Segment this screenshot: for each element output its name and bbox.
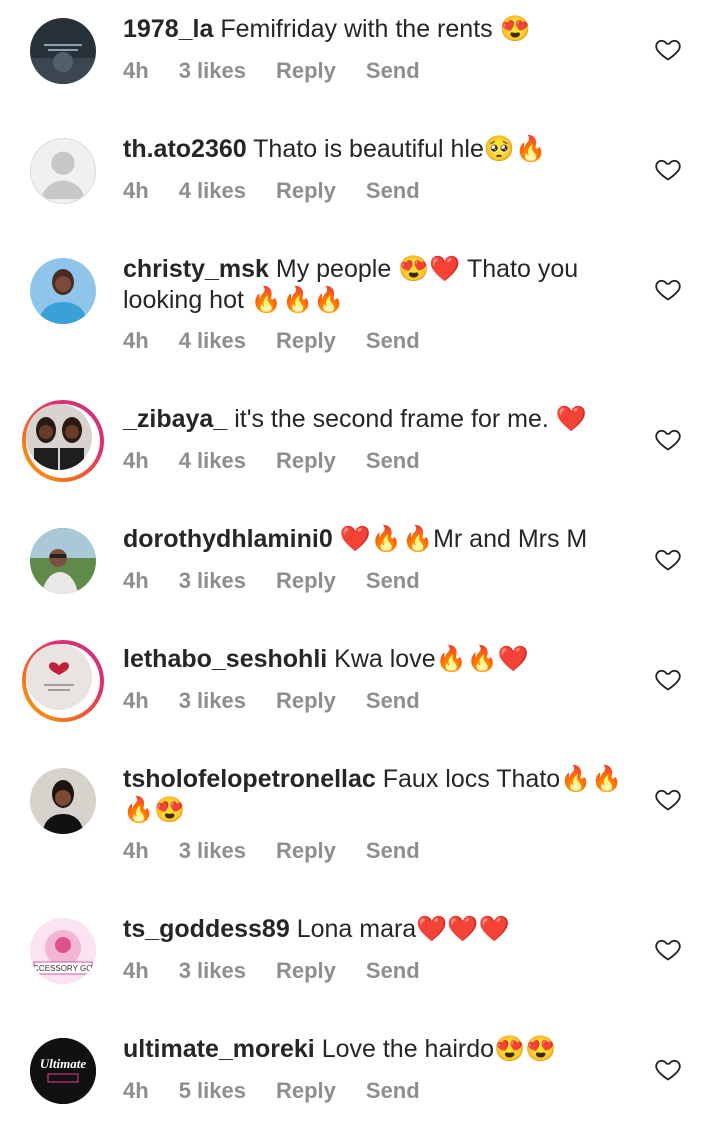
- comment-meta: 4h 5 likes Reply Send: [123, 1078, 450, 1104]
- heart-icon[interactable]: [654, 935, 682, 963]
- emoji: 🔥🔥❤️: [435, 645, 529, 673]
- username[interactable]: _zibaya_: [123, 405, 227, 433]
- send-button[interactable]: Send: [366, 328, 420, 353]
- comment-text: dorothydhlamini0 ❤️🔥🔥Mr and Mrs M: [123, 525, 588, 553]
- likes-count[interactable]: 3 likes: [179, 958, 246, 983]
- likes-count[interactable]: 4 likes: [179, 448, 246, 473]
- reply-button[interactable]: Reply: [276, 568, 336, 593]
- likes-count[interactable]: 3 likes: [179, 58, 246, 83]
- avatar-logo-text: Ultimate: [40, 1056, 86, 1071]
- username[interactable]: dorothydhlamini0: [123, 525, 333, 553]
- avatar-story-ring[interactable]: [22, 640, 104, 722]
- emoji: ❤️: [555, 405, 587, 433]
- send-button[interactable]: Send: [366, 838, 420, 863]
- send-button[interactable]: Send: [366, 178, 420, 203]
- comment-text: th.ato2360 Thato is beautiful hle🥺🔥: [123, 135, 547, 163]
- avatar[interactable]: [30, 18, 96, 84]
- send-button[interactable]: Send: [366, 1078, 420, 1103]
- avatar[interactable]: ACCESSORY GOD: [30, 918, 96, 984]
- send-button[interactable]: Send: [366, 568, 420, 593]
- username[interactable]: 1978_la: [123, 15, 213, 43]
- emoji: 🥺🔥: [483, 135, 547, 163]
- comment-text: _zibaya_ it's the second frame for me. ❤…: [123, 405, 587, 433]
- avatar[interactable]: [30, 768, 96, 834]
- heart-icon[interactable]: [654, 155, 682, 183]
- heart-icon[interactable]: [654, 425, 682, 453]
- likes-count[interactable]: 3 likes: [179, 688, 246, 713]
- avatar[interactable]: [30, 258, 96, 324]
- comment-text: 1978_la Femifriday with the rents 😍: [123, 15, 531, 43]
- avatar[interactable]: Ultimate: [30, 1038, 96, 1104]
- send-button[interactable]: Send: [366, 448, 420, 473]
- comment-text: ts_goddess89 Lona mara❤️❤️❤️: [123, 915, 510, 943]
- timestamp: 4h: [123, 1078, 149, 1103]
- reply-button[interactable]: Reply: [276, 838, 336, 863]
- comment-meta: 4h 3 likes Reply Send: [123, 838, 450, 864]
- avatar-story-ring[interactable]: [22, 400, 104, 482]
- heart-icon[interactable]: [654, 1055, 682, 1083]
- likes-count[interactable]: 4 likes: [179, 178, 246, 203]
- emoji: ❤️🔥🔥: [339, 525, 434, 553]
- reply-button[interactable]: Reply: [276, 1078, 336, 1103]
- likes-count[interactable]: 4 likes: [179, 328, 246, 353]
- username[interactable]: christy_msk: [123, 255, 269, 283]
- comment-text: ultimate_moreki Love the hairdo😍😍: [123, 1035, 557, 1063]
- send-button[interactable]: Send: [366, 58, 420, 83]
- username[interactable]: tsholofelopetronellac: [123, 765, 376, 793]
- reply-button[interactable]: Reply: [276, 178, 336, 203]
- avatar[interactable]: [30, 528, 96, 594]
- timestamp: 4h: [123, 328, 149, 353]
- timestamp: 4h: [123, 688, 149, 713]
- send-button[interactable]: Send: [366, 688, 420, 713]
- comment-text: christy_msk My people 😍❤️ Thato you look…: [123, 255, 579, 314]
- send-button[interactable]: Send: [366, 958, 420, 983]
- comment-meta: 4h 4 likes Reply Send: [123, 178, 450, 204]
- comment-text: lethabo_seshohli Kwa love🔥🔥❤️: [123, 645, 529, 673]
- reply-button[interactable]: Reply: [276, 688, 336, 713]
- emoji: 🔥🔥🔥: [250, 286, 345, 314]
- comment-meta: 4h 3 likes Reply Send: [123, 688, 450, 714]
- username[interactable]: ts_goddess89: [123, 915, 290, 943]
- heart-icon[interactable]: [654, 275, 682, 303]
- reply-button[interactable]: Reply: [276, 328, 336, 353]
- likes-count[interactable]: 3 likes: [179, 838, 246, 863]
- reply-button[interactable]: Reply: [276, 958, 336, 983]
- username[interactable]: ultimate_moreki: [123, 1035, 315, 1063]
- reply-button[interactable]: Reply: [276, 58, 336, 83]
- comment-meta: 4h 3 likes Reply Send: [123, 58, 450, 84]
- timestamp: 4h: [123, 178, 149, 203]
- timestamp: 4h: [123, 448, 149, 473]
- heart-icon[interactable]: [654, 35, 682, 63]
- comment-meta: 4h 3 likes Reply Send: [123, 958, 450, 984]
- timestamp: 4h: [123, 958, 149, 983]
- avatar-logo-text: ACCESSORY GOD: [30, 964, 96, 973]
- heart-icon[interactable]: [654, 785, 682, 813]
- reply-button[interactable]: Reply: [276, 448, 336, 473]
- comment-meta: 4h 3 likes Reply Send: [123, 568, 450, 594]
- heart-icon[interactable]: [654, 665, 682, 693]
- comment-meta: 4h 4 likes Reply Send: [123, 328, 450, 354]
- likes-count[interactable]: 3 likes: [179, 568, 246, 593]
- emoji: 😍❤️: [398, 255, 461, 283]
- timestamp: 4h: [123, 58, 149, 83]
- timestamp: 4h: [123, 568, 149, 593]
- comment-text: tsholofelopetronellac Faux locs Thato🔥🔥🔥…: [123, 765, 623, 824]
- comment-meta: 4h 4 likes Reply Send: [123, 448, 450, 474]
- heart-icon[interactable]: [654, 545, 682, 573]
- username[interactable]: lethabo_seshohli: [123, 645, 327, 673]
- avatar[interactable]: [30, 138, 96, 204]
- emoji: ❤️❤️❤️: [416, 915, 510, 943]
- username[interactable]: th.ato2360: [123, 135, 247, 163]
- emoji: 😍😍: [494, 1035, 557, 1063]
- emoji: 😍: [499, 15, 531, 43]
- likes-count[interactable]: 5 likes: [179, 1078, 246, 1103]
- timestamp: 4h: [123, 838, 149, 863]
